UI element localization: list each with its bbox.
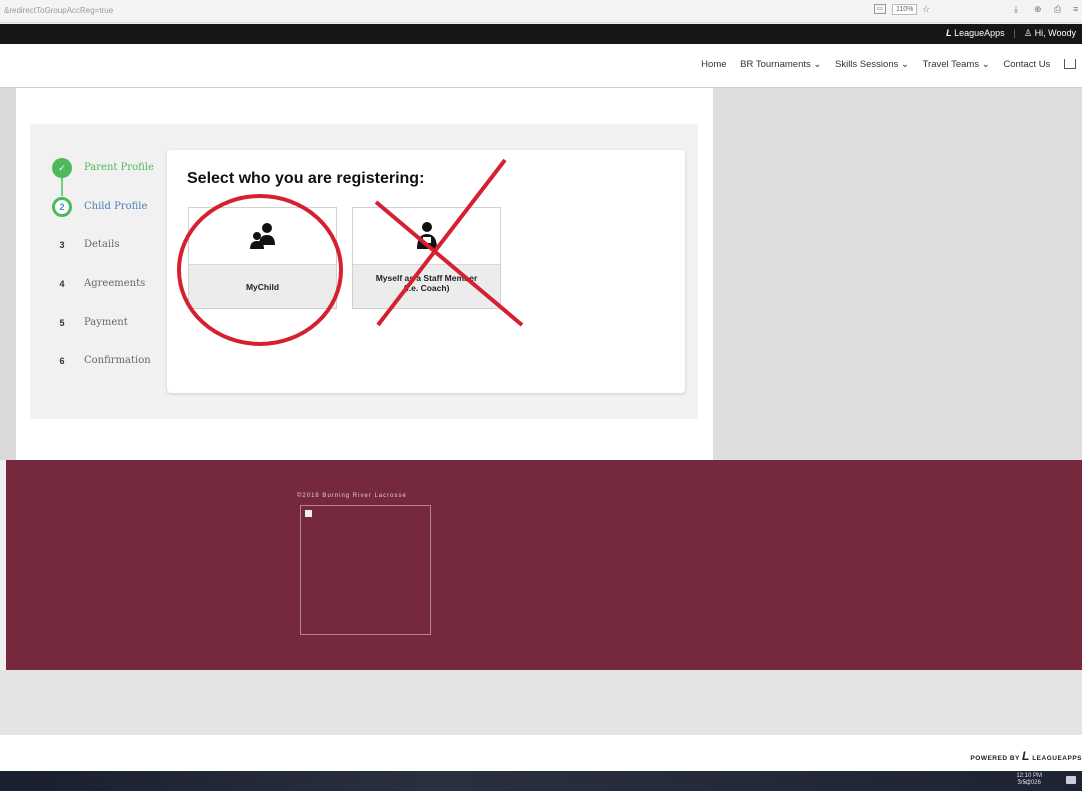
notification-icon[interactable] xyxy=(1066,776,1076,784)
parent-child-icon xyxy=(250,223,275,249)
nav-skills-sessions[interactable]: Skills Sessions ⌄ xyxy=(835,59,909,70)
left-strip xyxy=(0,88,16,460)
leagueapps-logo-icon: L xyxy=(946,28,952,38)
coach-icon xyxy=(417,222,437,249)
site-header: Home BR Tournaments ⌄ Skills Sessions ⌄ … xyxy=(0,44,1082,88)
site-footer xyxy=(6,460,1082,670)
nav-br-tournaments[interactable]: BR Tournaments ⌄ xyxy=(740,59,821,70)
step-label: Payment xyxy=(84,317,128,328)
powered-bar xyxy=(0,735,1082,771)
download-icon[interactable]: ⤓ xyxy=(1014,4,1018,15)
option-staff-member[interactable]: Myself as a Staff Member (i.e. Coach) xyxy=(352,207,501,309)
leagueapps-logo-icon: L xyxy=(1022,749,1030,763)
clock-date: 3/5/2026 xyxy=(1017,780,1041,786)
option-sublabel: (i.e. Coach) xyxy=(403,283,450,293)
nav-home[interactable]: Home xyxy=(701,59,726,70)
menu-icon[interactable]: ≡ xyxy=(1073,4,1078,14)
right-panel xyxy=(713,88,1082,460)
step-label: Child Profile xyxy=(84,201,148,212)
user-icon: ♙ xyxy=(1024,28,1033,38)
powered-by-leagueapps[interactable]: POWERED BY L LEAGUEAPPS xyxy=(970,749,1082,763)
powered-text: POWERED BY xyxy=(970,755,1020,762)
copyright-text: ©2018 Burning River Lacrosse xyxy=(297,493,407,499)
step-label: Details xyxy=(84,239,120,250)
step-label: Agreements xyxy=(84,278,146,289)
option-mychild[interactable]: MyChild xyxy=(188,207,337,309)
step-number: 4 xyxy=(59,279,65,289)
footer-embed-frame xyxy=(300,505,431,635)
selection-heading: Select who you are registering: xyxy=(187,170,425,187)
taskbar-clock[interactable]: 12:10 PM 3/5/2026 xyxy=(1016,773,1042,787)
bookmark-star-icon[interactable]: ☆ xyxy=(922,4,930,15)
option-footer: Myself as a Staff Member (i.e. Coach) xyxy=(353,264,500,308)
powered-brand: LEAGUEAPPS xyxy=(1032,755,1082,762)
account-icon[interactable]: ⊕ xyxy=(1034,4,1042,15)
step-number: 2 xyxy=(52,197,72,217)
broken-image-icon xyxy=(305,510,312,517)
user-greeting[interactable]: Hi, Woody xyxy=(1035,28,1076,38)
main-menu: Home BR Tournaments ⌄ Skills Sessions ⌄ … xyxy=(690,59,1076,70)
clock-time: 12:10 PM xyxy=(1016,773,1042,779)
url-bar[interactable]: &redirectToGroupAccReg=true xyxy=(4,6,113,15)
step-number: 5 xyxy=(59,318,65,328)
step-number: 6 xyxy=(59,356,65,366)
step-label: Confirmation xyxy=(84,355,151,366)
os-taskbar xyxy=(0,771,1082,791)
leagueapps-link[interactable]: LeagueApps xyxy=(954,28,1005,38)
option-label: Myself as a Staff Member xyxy=(375,273,478,283)
nav-contact-us[interactable]: Contact Us xyxy=(1003,59,1050,70)
check-icon: ✓ xyxy=(52,158,72,178)
chevron-down-icon: ⌄ xyxy=(813,59,822,70)
option-footer: MyChild xyxy=(189,264,336,308)
zoom-indicator[interactable]: 110% xyxy=(892,4,918,15)
chevron-down-icon: ⌄ xyxy=(981,59,990,70)
nav-travel-teams[interactable]: Travel Teams ⌄ xyxy=(923,59,990,70)
browser-toolbar: &redirectToGroupAccReg=true ▭ 110% ☆ ⤓ ⊕… xyxy=(0,0,1082,23)
step-label: Parent Profile xyxy=(84,162,154,173)
leagueapps-topbar: L LeagueApps | ♙ Hi, Woody xyxy=(0,24,1082,44)
lower-band xyxy=(0,670,1082,735)
extensions-icon[interactable]: ⎙ xyxy=(1054,4,1061,15)
chevron-down-icon: ⌄ xyxy=(901,59,909,70)
page: &redirectToGroupAccReg=true ▭ 110% ☆ ⤓ ⊕… xyxy=(0,0,1082,791)
option-label: MyChild xyxy=(245,282,280,292)
cart-icon[interactable] xyxy=(1064,59,1076,70)
step-number: 3 xyxy=(59,240,65,250)
reader-mode-icon[interactable]: ▭ xyxy=(874,4,886,14)
